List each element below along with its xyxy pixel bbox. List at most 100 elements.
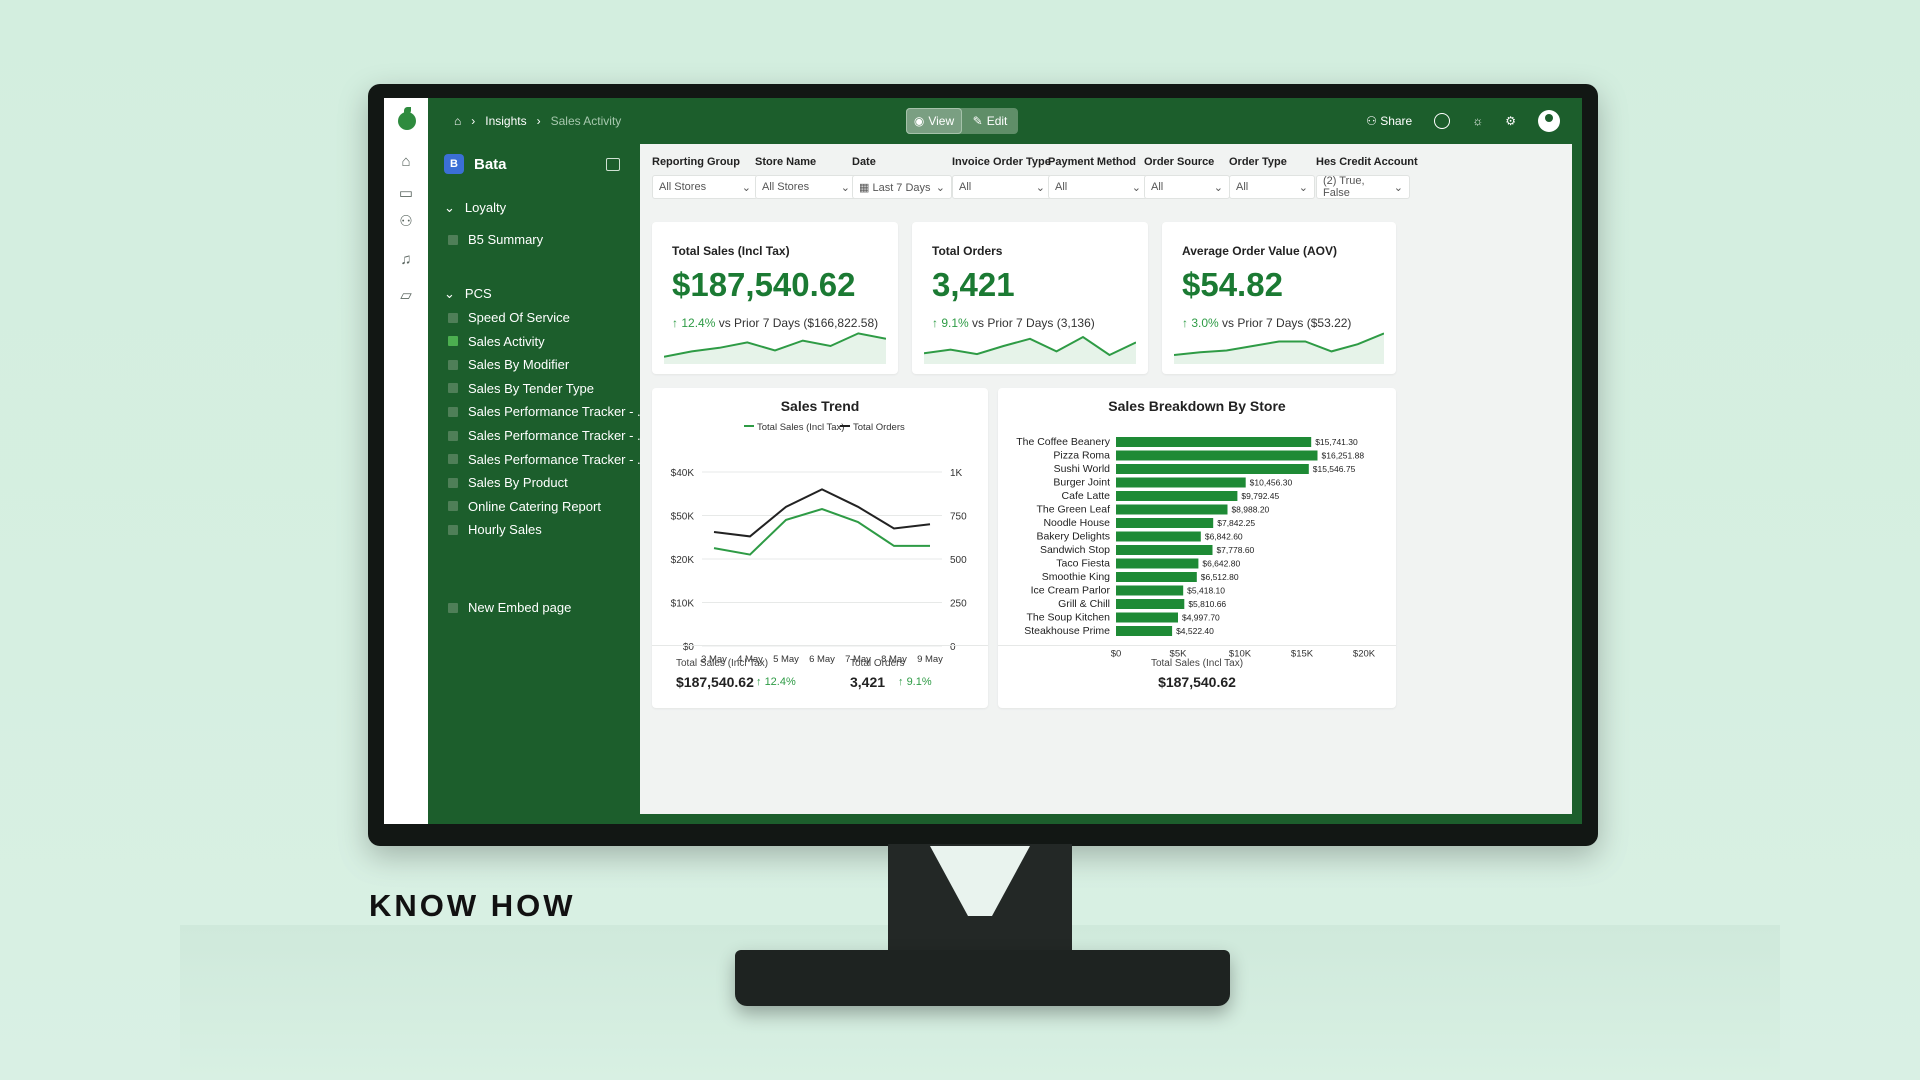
report-icon (448, 501, 458, 512)
store-breakdown-chart: The Coffee Beanery $15,741.30 Pizza Roma $1… (1016, 436, 1376, 660)
sidebar-item-label: New Embed page (468, 600, 572, 615)
filter-value-group: ▦ Last 7 Days (859, 181, 931, 194)
store-bar[interactable] (1116, 464, 1309, 474)
y-tick-left: $40K (671, 468, 695, 479)
view-button[interactable]: ◉ View (906, 108, 962, 134)
chevron-down-icon: ⌄ (935, 181, 945, 194)
store-bar[interactable] (1116, 626, 1173, 636)
users-icon[interactable]: ⚇ (396, 212, 416, 232)
filter-value: Last 7 Days (872, 181, 931, 194)
breadcrumb-parent[interactable]: Insights (485, 114, 526, 128)
bar-value-label: $4,522.40 (1176, 626, 1214, 636)
sidebar-item[interactable]: Sales Performance Tracker - ... (448, 452, 648, 467)
store-bar[interactable] (1116, 612, 1178, 623)
chevron-down-icon: ⌄ (1393, 181, 1403, 194)
footer-orders-delta: ↑ 9.1% (898, 676, 932, 688)
filter-value: All (1236, 181, 1249, 193)
sidebar-item[interactable]: New Embed page (448, 600, 571, 615)
report-icon (448, 430, 458, 441)
gear-icon[interactable]: ⚙ (1505, 114, 1516, 128)
store-bar[interactable] (1116, 491, 1238, 501)
filter-value: (2) True, False (1323, 175, 1365, 199)
store-footer: Total Sales (Incl Tax) $187,540.62 (998, 645, 1396, 708)
sparkline (924, 335, 1136, 364)
bar-value-label: $6,642.80 (1202, 559, 1240, 569)
sun-icon[interactable]: ☼ (1472, 114, 1483, 128)
footer-orders-value: 3,421 (850, 674, 886, 690)
edit-label: Edit (986, 114, 1008, 128)
legend-label: Total Sales (Incl Tax) (757, 422, 844, 433)
store-bar[interactable] (1116, 585, 1184, 596)
report-icon (448, 524, 458, 535)
filter-label: Hes Credit Account (1316, 156, 1418, 168)
workspace-header[interactable]: B Bata (444, 154, 507, 174)
inbox-icon[interactable]: ▭ (396, 184, 416, 204)
avatar[interactable] (1538, 110, 1560, 132)
filter-select[interactable]: ▦ Last 7 Days ⌄ (852, 175, 952, 199)
store-bar[interactable] (1116, 531, 1201, 542)
chevron-down-icon: ⌄ (741, 181, 751, 194)
sidebar-item[interactable]: Sales By Tender Type (448, 381, 594, 396)
filter-value: All (1055, 181, 1068, 193)
store-bar[interactable] (1116, 518, 1214, 528)
filter-select[interactable]: All ⌄ (1144, 175, 1230, 199)
section-loyalty[interactable]: Loyalty (444, 200, 506, 216)
home-icon[interactable]: ⌂ (396, 152, 416, 172)
share-button[interactable]: ⚇ Share (1366, 114, 1412, 128)
filter-label: Date (852, 156, 876, 168)
app-logo-icon[interactable] (398, 107, 416, 130)
y-tick-right: 1K (950, 468, 963, 479)
kpi-title: Average Order Value (AOV) (1182, 244, 1337, 258)
chevron-down-icon: ⌄ (840, 181, 850, 194)
filter-value: All (1151, 181, 1164, 193)
bell-icon[interactable]: ♫ (396, 250, 416, 270)
store-label: Steakhouse Prime (1024, 625, 1110, 637)
footer-sales-delta: ↑ 12.4% (756, 676, 796, 688)
store-bar[interactable] (1116, 558, 1199, 569)
report-icon (448, 383, 458, 394)
store-bar[interactable] (1116, 450, 1318, 461)
store-bar[interactable] (1116, 504, 1228, 515)
folder-icon[interactable]: ▱ (396, 286, 416, 306)
bar-value-label: $5,810.66 (1188, 599, 1226, 609)
bar-value-label: $9,792.45 (1241, 491, 1279, 501)
report-icon (448, 602, 458, 613)
icon-rail: ⌂ ▭ ⚇ ♫ ▱ (384, 98, 428, 824)
home-icon[interactable]: ⌂ (454, 114, 461, 128)
store-bar[interactable] (1116, 572, 1197, 582)
collapse-sidebar-icon[interactable] (606, 158, 620, 171)
sidebar-item[interactable]: Sales By Product (448, 475, 568, 490)
section-pcs[interactable]: PCS (444, 286, 492, 302)
store-breakdown-card: Sales Breakdown By Store The Coffee Bean… (998, 388, 1396, 708)
filter-select[interactable]: All ⌄ (1048, 175, 1148, 199)
sidebar-item[interactable]: Sales By Modifier (448, 357, 569, 372)
dashboard-content: Reporting Group All Stores ⌄ Store Name All … (640, 144, 1572, 814)
sidebar-item-label: Sales Performance Tracker - ... (468, 451, 648, 467)
sparkline (664, 332, 886, 364)
sidebar-item[interactable]: B5 Summary (448, 232, 543, 247)
filter-invoice-order-type: Invoice Order Type All ⌄ (952, 156, 1052, 199)
sidebar-item[interactable]: Online Catering Report (448, 499, 601, 514)
filter-select[interactable]: All Stores ⌄ (755, 175, 857, 199)
filter-select[interactable]: All ⌄ (1229, 175, 1315, 199)
store-bar[interactable] (1116, 545, 1213, 555)
filter-select[interactable]: All ⌄ (952, 175, 1052, 199)
filter-value: All Stores (659, 181, 707, 193)
sidebar-item[interactable]: Sales Performance Tracker - ... (448, 404, 648, 419)
sidebar-item[interactable]: Speed Of Service (448, 310, 570, 325)
help-icon[interactable] (1434, 113, 1451, 129)
store-bar[interactable] (1116, 599, 1185, 609)
filter-select[interactable]: All Stores ⌄ (652, 175, 758, 199)
top-bar: ⌂ › Insights › Sales Activity ◉ View ✎ Edi… (428, 98, 1582, 144)
store-bar[interactable] (1116, 477, 1246, 488)
edit-button[interactable]: ✎ Edit (962, 108, 1018, 134)
sidebar-item-label: Sales Performance Tracker - ... (468, 404, 648, 420)
store-bar[interactable] (1116, 437, 1312, 447)
topbar-actions: ⚇ Share ☼ ⚙ (1366, 110, 1560, 132)
report-icon (448, 477, 458, 488)
sidebar-item[interactable]: Sales Performance Tracker - ... (448, 428, 648, 443)
sidebar-item[interactable]: Hourly Sales (448, 522, 542, 537)
sidebar-item[interactable]: Sales Activity (448, 334, 545, 349)
filter-select[interactable]: (2) True, False ⌄ (1316, 175, 1410, 199)
kpi-card-aov: Average Order Value (AOV) $54.82 ↑ 3.0% vs… (1162, 222, 1396, 374)
